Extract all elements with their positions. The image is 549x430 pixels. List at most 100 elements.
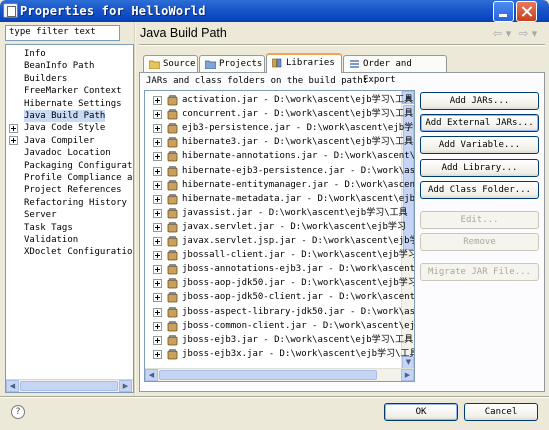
library-label: hibernate-metadata.jar - D:\work\ascent\… — [182, 193, 415, 204]
cancel-button[interactable]: Cancel — [464, 403, 538, 421]
scroll-right-button[interactable]: ▶ — [119, 380, 132, 392]
tree-item[interactable]: Server — [24, 209, 57, 221]
tab-projects[interactable]: Projects — [199, 55, 265, 72]
expand-icon[interactable] — [153, 208, 162, 218]
tree-item[interactable]: Task Tags — [24, 222, 73, 234]
tree-item[interactable]: Refactoring History — [24, 197, 127, 209]
expand-icon[interactable] — [153, 307, 162, 317]
scroll-left-icon: ◀ — [148, 371, 155, 379]
preference-tree: Info BeanInfo Path Builders FreeMarker Cont… — [5, 44, 134, 393]
header-separator — [139, 44, 545, 46]
ok-button[interactable]: OK — [384, 403, 458, 421]
jar-icon — [167, 95, 178, 106]
library-label: hibernate3.jar - D:\work\ascent\ejb学习\工具 — [182, 137, 414, 148]
expand-icon[interactable] — [153, 194, 162, 204]
close-button[interactable] — [516, 1, 537, 22]
expand-icon[interactable] — [153, 237, 162, 246]
filter-input[interactable]: type filter text — [5, 25, 120, 41]
edit-button[interactable]: Edit... — [420, 211, 539, 229]
tree-item[interactable]: Validation — [24, 234, 78, 246]
tab-label: Libraries — [286, 58, 335, 68]
tree-item[interactable]: Java Build Path — [24, 110, 106, 123]
help-icon[interactable]: ? — [11, 405, 25, 419]
projects-icon — [205, 60, 216, 69]
tree-item[interactable]: Info — [24, 48, 46, 60]
expand-icon[interactable] — [153, 124, 162, 134]
expand-icon[interactable] — [153, 335, 162, 345]
forward-arrow-icon[interactable]: ⇨ ▾ — [519, 27, 537, 40]
migrate-jar-button[interactable]: Migrate JAR File... — [420, 263, 539, 281]
tab-libraries[interactable]: Libraries — [266, 53, 342, 73]
expand-icon[interactable] — [153, 138, 162, 148]
library-label: jboss-aop-jdk50.jar - D:\work\ascent\ejb… — [182, 278, 415, 289]
tree-item[interactable]: Project References — [24, 184, 122, 196]
tree-expand-icon[interactable] — [9, 136, 18, 146]
expand-icon[interactable] — [153, 265, 162, 275]
jar-icon — [167, 123, 178, 134]
library-label: hibernate-ejb3-persistence.jar - D:\work… — [182, 165, 415, 176]
expand-icon[interactable] — [153, 110, 162, 120]
library-label: hibernate-annotations.jar - D:\work\asce… — [182, 151, 415, 162]
library-icon — [272, 58, 282, 68]
expand-icon[interactable] — [153, 279, 162, 289]
pane-splitter[interactable] — [134, 22, 136, 396]
add-class-folder-button[interactable]: Add Class Folder... — [420, 181, 539, 199]
jar-icon — [167, 264, 178, 275]
add-external-jars-button[interactable]: Add External JARs... — [420, 114, 539, 132]
tree-item[interactable]: FreeMarker Context — [24, 85, 122, 97]
jar-icon — [167, 349, 178, 360]
expand-icon[interactable] — [153, 96, 162, 105]
library-label: jboss-ejb3.jar - D:\work\ascent\ejb学习\工具 — [182, 334, 414, 345]
scroll-right-icon: ▶ — [122, 382, 129, 390]
add-variable-button[interactable]: Add Variable... — [420, 136, 539, 154]
libraries-heading: JARs and class folders on the build path… — [146, 76, 369, 86]
expand-icon[interactable] — [153, 180, 162, 190]
back-arrow-icon[interactable]: ⇦ ▾ — [493, 27, 511, 40]
tab-label: Projects — [219, 59, 263, 69]
expand-icon[interactable] — [153, 222, 162, 232]
jar-icon — [167, 137, 178, 148]
order-icon — [350, 60, 359, 68]
list-horizontal-scrollbar[interactable]: ◀ ▶ — [145, 368, 414, 381]
tree-horizontal-scrollbar[interactable]: ◀ ▶ — [6, 379, 133, 392]
tree-item[interactable]: Javadoc Location — [24, 147, 111, 159]
jar-icon — [167, 250, 178, 261]
expand-icon[interactable] — [153, 166, 162, 176]
tree-item[interactable]: Builders — [24, 73, 67, 85]
window-app-icon — [3, 3, 18, 18]
tree-item[interactable]: Profile Compliance a — [24, 172, 132, 184]
tree-expand-icon[interactable] — [9, 123, 18, 133]
expand-icon[interactable] — [153, 349, 162, 359]
tab-source[interactable]: Source — [143, 55, 198, 72]
scroll-left-button[interactable]: ◀ — [6, 380, 19, 392]
minimize-button[interactable] — [493, 1, 514, 22]
tab-order-and-export[interactable]: Order and Export — [343, 55, 447, 85]
add-jars-button[interactable]: Add JARs... — [420, 92, 539, 110]
tree-horizontal-thumb[interactable] — [20, 381, 118, 391]
library-label: javax.servlet.jar - D:\work\ascent\ejb学习 — [182, 221, 406, 232]
tree-item[interactable]: BeanInfo Path — [24, 60, 94, 72]
jar-icon — [167, 193, 178, 205]
tree-item[interactable]: Java Code Style — [24, 122, 105, 134]
tree-item[interactable]: Java Compiler — [24, 135, 94, 147]
libraries-list: ▲ ▼ ◀ ▶ activation.jar - D:\work\ascent\… — [144, 90, 415, 382]
remove-button[interactable]: Remove — [420, 233, 539, 251]
tree-item[interactable]: XDoclet Configuratio — [24, 246, 132, 258]
page-title: Java Build Path — [140, 26, 227, 40]
scroll-right-button[interactable]: ▶ — [401, 369, 414, 381]
expand-icon[interactable] — [153, 251, 162, 261]
scroll-left-button[interactable]: ◀ — [145, 369, 158, 381]
library-label: activation.jar - D:\work\ascent\ejb学习\工具 — [182, 95, 414, 105]
expand-icon[interactable] — [153, 152, 162, 162]
library-label: hibernate-entitymanager.jar - D:\work\as… — [182, 179, 415, 190]
title-bar: Properties for HelloWorld — [0, 0, 549, 22]
jar-icon — [167, 151, 178, 162]
expand-icon[interactable] — [153, 321, 162, 331]
tree-item[interactable]: Packaging Configurat — [24, 160, 132, 172]
list-horizontal-thumb[interactable] — [159, 370, 377, 380]
tree-item[interactable]: Hibernate Settings — [24, 98, 122, 110]
source-folder-icon — [149, 60, 160, 69]
jar-icon — [167, 208, 178, 219]
expand-icon[interactable] — [153, 293, 162, 303]
add-library-button[interactable]: Add Library... — [420, 159, 539, 177]
